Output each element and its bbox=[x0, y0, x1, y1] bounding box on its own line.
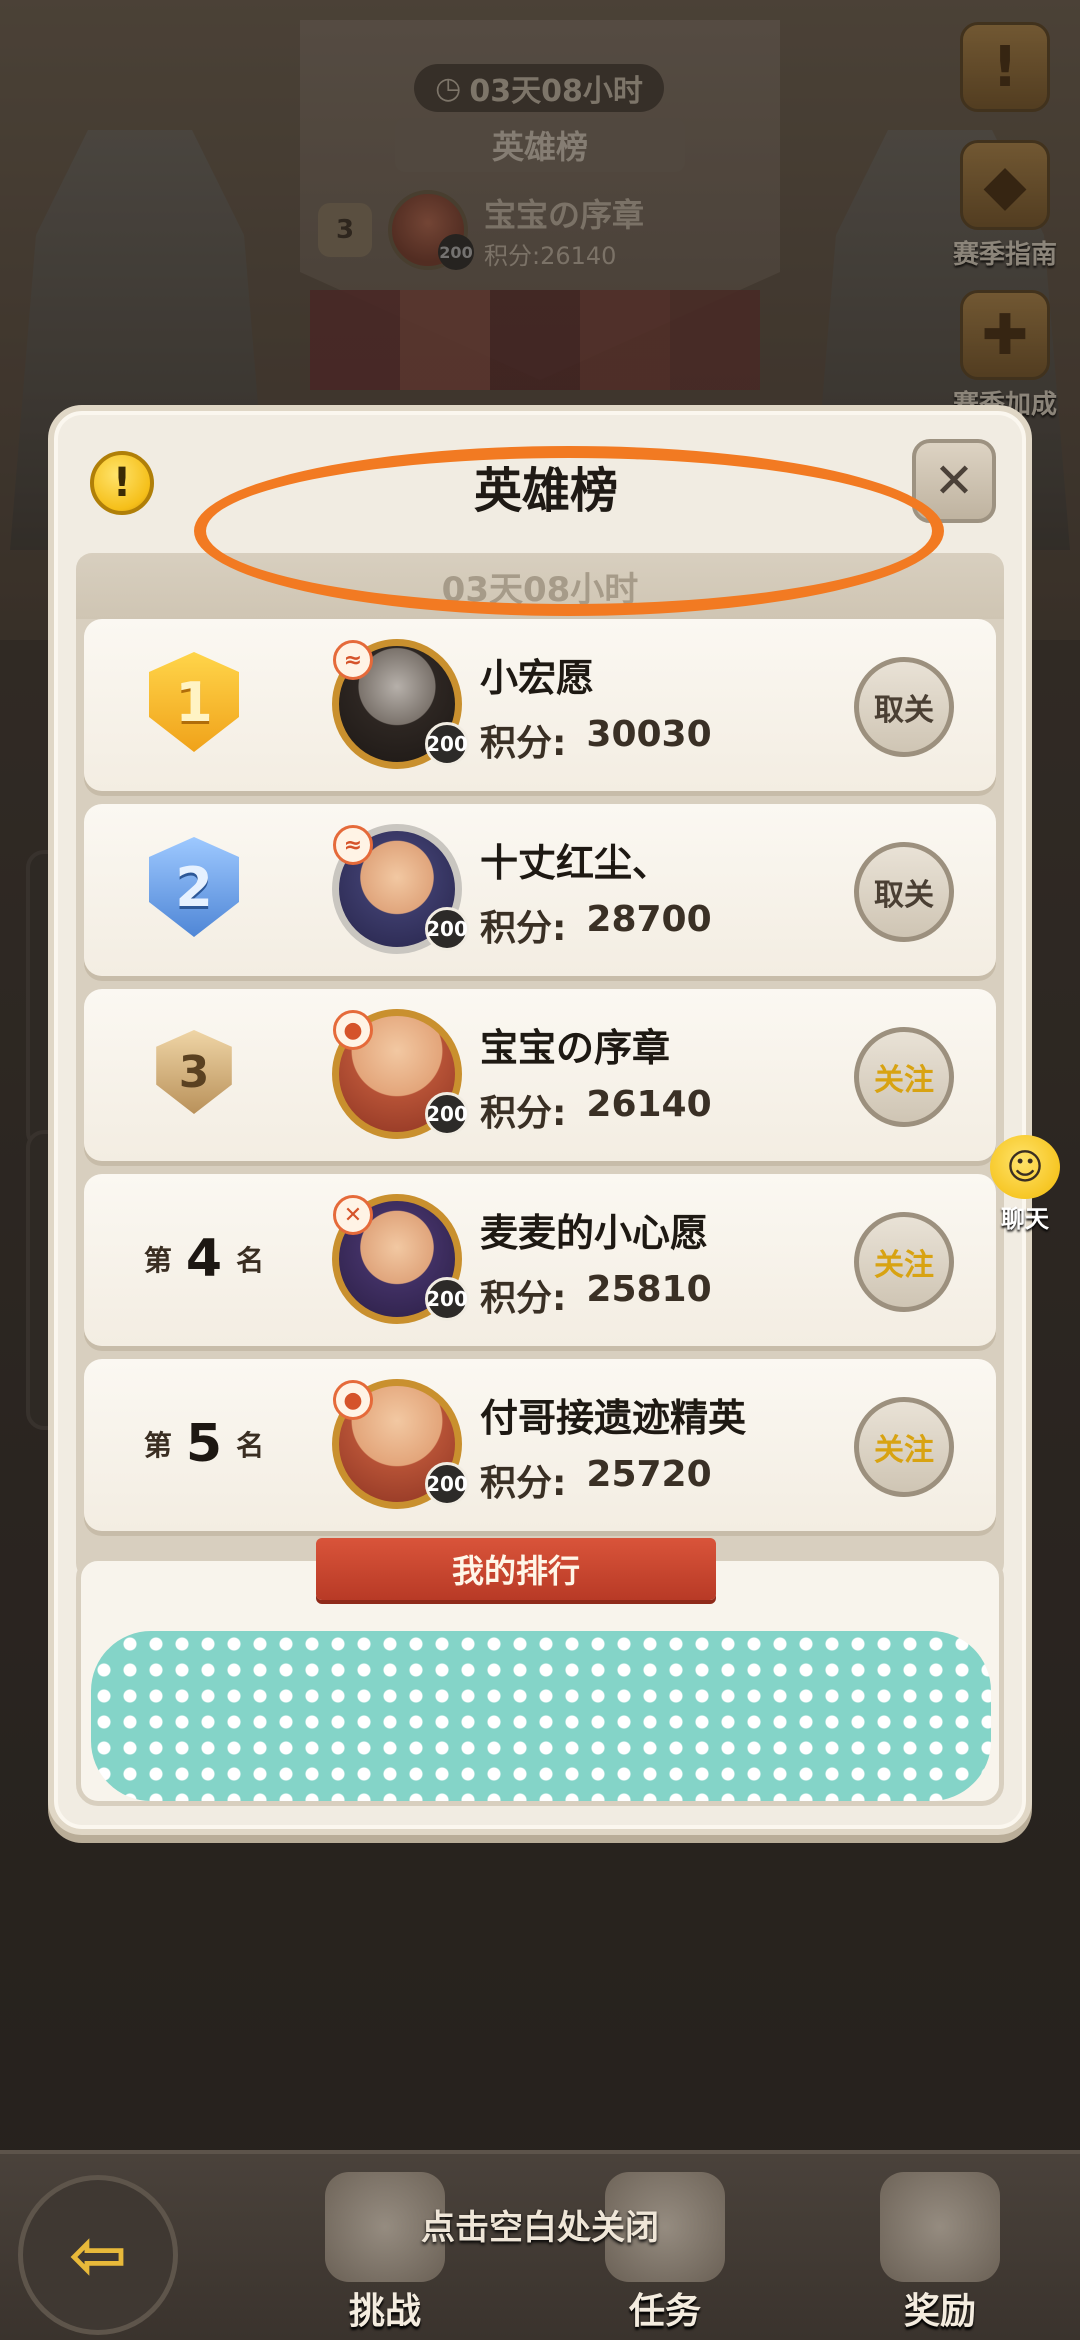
rank-number: 4 bbox=[185, 1229, 223, 1289]
player-level: 200 bbox=[425, 722, 469, 766]
player-avatar[interactable]: ● 200 bbox=[332, 1379, 469, 1509]
rank-badge-gold: 1 bbox=[134, 647, 254, 757]
player-score: 积分: 28700 bbox=[480, 899, 712, 951]
nav-label: 任务 bbox=[628, 2291, 701, 2332]
chat-label: 聊天 bbox=[1001, 1205, 1049, 1233]
score-label: 积分: bbox=[480, 1093, 567, 1134]
nav-label: 挑战 bbox=[348, 2291, 421, 2332]
nav-label: 奖励 bbox=[903, 2291, 976, 2332]
score-value: 25720 bbox=[586, 1454, 712, 1495]
element-icon: ≈ bbox=[333, 825, 373, 865]
player-level: 200 bbox=[425, 1092, 469, 1136]
close-hint[interactable]: 点击空白处关闭 bbox=[0, 2200, 1080, 2249]
score-label: 积分: bbox=[480, 908, 567, 949]
annotation-ellipse bbox=[194, 446, 944, 616]
redacted-area bbox=[91, 1631, 991, 1801]
score-value: 26140 bbox=[586, 1084, 712, 1125]
player-avatar[interactable]: ✕ 200 bbox=[332, 1194, 469, 1324]
gold-badge-icon: 1 bbox=[149, 652, 239, 752]
leaderboard-row: 3 ● 200 宝宝の序章 积分: 26140 关注 bbox=[84, 989, 996, 1161]
bronze-badge-icon: 3 bbox=[156, 1030, 232, 1114]
score-label: 积分: bbox=[480, 1278, 567, 1319]
nav-rewards[interactable]: 奖励 bbox=[820, 2165, 1060, 2340]
leaderboard-modal: ! 英雄榜 ✕ 1 ≈ 200 小宏愿 积分: 30030 取关 2 ≈ 200… bbox=[48, 405, 1032, 1835]
leaderboard-row: 第 5 名 ● 200 付哥接遗迹精英 积分: 25720 关注 bbox=[84, 1359, 996, 1531]
player-avatar[interactable]: ● 200 bbox=[332, 1009, 469, 1139]
player-name: 付哥接遗迹精英 bbox=[480, 1396, 747, 1440]
back-button[interactable]: ⇦ bbox=[18, 2175, 178, 2335]
player-score: 积分: 26140 bbox=[480, 1084, 712, 1136]
player-score: 积分: 30030 bbox=[480, 714, 712, 766]
unfollow-button[interactable]: 取关 bbox=[854, 842, 954, 942]
player-name: 小宏愿 bbox=[480, 656, 595, 700]
my-rank-ribbon: 我的排行 bbox=[316, 1538, 716, 1600]
chat-button[interactable]: ☺ 聊天 bbox=[975, 1135, 1075, 1235]
rank-number: 5 bbox=[185, 1414, 223, 1474]
rank-suffix: 名 bbox=[236, 1429, 265, 1462]
silver-badge-icon: 2 bbox=[149, 837, 239, 937]
player-level: 200 bbox=[425, 1277, 469, 1321]
player-avatar[interactable]: ≈ 200 bbox=[332, 639, 469, 769]
rank-text: 第 5 名 bbox=[144, 1409, 264, 1479]
leaderboard-frame: 1 ≈ 200 小宏愿 积分: 30030 取关 2 ≈ 200 十丈红尘、 积… bbox=[76, 601, 1004, 1581]
player-level: 200 bbox=[425, 1462, 469, 1506]
leaderboard-row: 第 4 名 ✕ 200 麦麦的小心愿 积分: 25810 关注 bbox=[84, 1174, 996, 1346]
unfollow-button[interactable]: 取关 bbox=[854, 657, 954, 757]
element-icon: ✕ bbox=[333, 1195, 373, 1235]
score-label: 积分: bbox=[480, 1463, 567, 1504]
rank-suffix: 名 bbox=[236, 1244, 265, 1277]
rank-text: 第 4 名 bbox=[144, 1224, 264, 1294]
player-score: 积分: 25810 bbox=[480, 1269, 712, 1321]
score-label: 积分: bbox=[480, 723, 567, 764]
score-value: 28700 bbox=[586, 899, 712, 940]
element-icon: ● bbox=[333, 1010, 373, 1050]
element-icon: ≈ bbox=[333, 640, 373, 680]
player-name: 宝宝の序章 bbox=[480, 1026, 671, 1070]
close-icon: ✕ bbox=[933, 453, 975, 509]
player-level: 200 bbox=[425, 907, 469, 951]
nav-challenge[interactable]: 挑战 bbox=[265, 2165, 505, 2340]
score-value: 30030 bbox=[586, 714, 712, 755]
nav-tasks[interactable]: 任务 bbox=[545, 2165, 785, 2340]
player-score: 积分: 25720 bbox=[480, 1454, 712, 1506]
follow-button[interactable]: 关注 bbox=[854, 1212, 954, 1312]
smiley-icon: ☺ bbox=[990, 1135, 1060, 1199]
player-name: 十丈红尘、 bbox=[480, 841, 671, 885]
score-value: 25810 bbox=[586, 1269, 712, 1310]
follow-button[interactable]: 关注 bbox=[854, 1397, 954, 1497]
rank-prefix: 第 bbox=[143, 1429, 172, 1462]
player-avatar[interactable]: ≈ 200 bbox=[332, 824, 469, 954]
follow-button[interactable]: 关注 bbox=[854, 1027, 954, 1127]
element-icon: ● bbox=[333, 1380, 373, 1420]
leaderboard-row: 2 ≈ 200 十丈红尘、 积分: 28700 取关 bbox=[84, 804, 996, 976]
rank-badge-silver: 2 bbox=[134, 832, 254, 942]
player-name: 麦麦的小心愿 bbox=[480, 1211, 709, 1255]
leaderboard-row: 1 ≈ 200 小宏愿 积分: 30030 取关 bbox=[84, 619, 996, 791]
rank-badge-bronze: 3 bbox=[134, 1017, 254, 1127]
rank-prefix: 第 bbox=[143, 1244, 172, 1277]
